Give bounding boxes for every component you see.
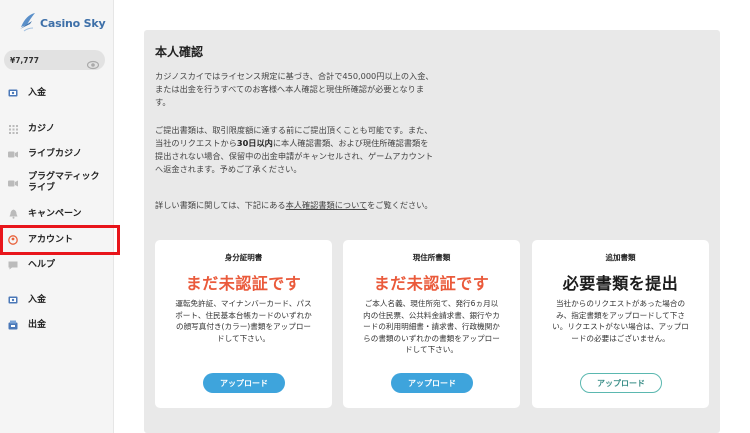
deadline-text: ご提出書類は、取引限度額に達する前にご提出頂くことも可能です。また、当社のリクエ…: [155, 124, 435, 176]
sidebar-item-casino[interactable]: カジノ: [0, 122, 114, 136]
deadline-days: 30日以内: [236, 138, 273, 148]
address-document-card: 現住所書類 まだ未認証です ご本人名義、現住所宛て、発行6ヵ月以内の住民票、公共…: [343, 240, 520, 408]
verification-docs-link[interactable]: 本人確認書類について: [286, 200, 367, 210]
sidebar-item-label: ヘルプ: [28, 259, 56, 270]
sidebar-item-label: カジノ: [28, 123, 55, 134]
page-title: 本人確認: [155, 45, 204, 59]
sidebar-item-account[interactable]: アカウント: [0, 225, 120, 255]
bell-icon: [8, 209, 18, 219]
sidebar-item-label: 入金: [28, 87, 47, 98]
card-description: 運転免許証、マイナンバーカード、パスポート、住民基本台帳カードのいずれかの顔写真…: [175, 299, 312, 343]
chat-bubble-icon: [8, 260, 18, 270]
brand-logo[interactable]: Casino Sky: [18, 10, 108, 36]
sidebar-item-label: 入金: [28, 294, 47, 305]
sidebar-item-live-casino[interactable]: ライブカジノ: [0, 147, 114, 161]
deposit-icon: [8, 295, 18, 305]
account-icon: [8, 235, 18, 245]
card-heading: 身分証明書: [224, 253, 263, 262]
details-text-part: をご覧ください。: [367, 200, 433, 210]
sidebar-item-pragmatic-live[interactable]: プラグマティック ライブ: [0, 171, 114, 195]
upload-id-button[interactable]: アップロード: [203, 373, 285, 393]
balance-display: ¥7,777: [4, 50, 105, 70]
airplane-icon: [18, 11, 38, 35]
sidebar-item-deposit[interactable]: 入金: [0, 293, 114, 307]
upload-additional-button[interactable]: アップロード: [580, 373, 662, 393]
sidebar-item-deposit-top[interactable]: 入金: [0, 86, 114, 100]
card-heading: 追加書類: [605, 253, 636, 262]
card-description: 当社からのリクエストがあった場合のみ、指定書類をアップロードして下さい。リクエス…: [552, 299, 689, 343]
sidebar-item-label: キャンペーン: [28, 208, 82, 219]
deposit-icon: [8, 88, 18, 98]
additional-document-card: 追加書類 必要書類を提出 当社からのリクエストがあった場合のみ、指定書類をアップ…: [532, 240, 709, 408]
brand-name: Casino Sky: [40, 16, 106, 30]
verification-panel: 本人確認 カジノスカイではライセンス規定に基づき、合計で450,000円以上の入…: [144, 30, 720, 433]
sidebar-item-help[interactable]: ヘルプ: [0, 258, 114, 272]
upload-address-button[interactable]: アップロード: [391, 373, 473, 393]
video-camera-icon: [8, 149, 18, 159]
sidebar: Casino Sky ¥7,777 入金 カジノ ライブカジノ プラグマティック…: [0, 0, 120, 433]
card-status: 必要書類を提出: [562, 274, 679, 293]
card-description: ご本人名義、現住所宛て、発行6ヵ月以内の住民票、公共料金請求書、銀行やカードの利…: [363, 299, 500, 354]
card-heading: 現住所書類: [412, 253, 451, 262]
intro-text: カジノスカイではライセンス規定に基づき、合計で450,000円以上の入金、または…: [155, 71, 434, 107]
details-text: 詳しい書類に関しては、下記にある本人確認書類についてをご覧ください。: [155, 199, 435, 212]
sidebar-item-label: 出金: [28, 319, 47, 330]
id-document-card: 身分証明書 まだ未認証です 運転免許証、マイナンバーカード、パスポート、住民基本…: [155, 240, 332, 408]
details-text-part: 詳しい書類に関しては、下記にある: [155, 200, 286, 210]
card-status: まだ未認証です: [185, 274, 302, 293]
balance-amount: ¥7,777: [10, 55, 39, 65]
sidebar-item-withdraw[interactable]: 出金: [0, 318, 114, 332]
card-status: まだ未認証です: [373, 274, 490, 293]
video-camera-icon: [8, 178, 18, 188]
grid-icon: [8, 124, 18, 134]
eye-icon[interactable]: [86, 55, 100, 70]
sidebar-item-label: プラグマティック ライブ: [28, 172, 100, 193]
sidebar-item-campaign[interactable]: キャンペーン: [0, 207, 114, 221]
withdraw-icon: [8, 320, 18, 330]
sidebar-item-label: ライブカジノ: [28, 148, 82, 159]
sidebar-item-label: アカウント: [28, 234, 74, 245]
